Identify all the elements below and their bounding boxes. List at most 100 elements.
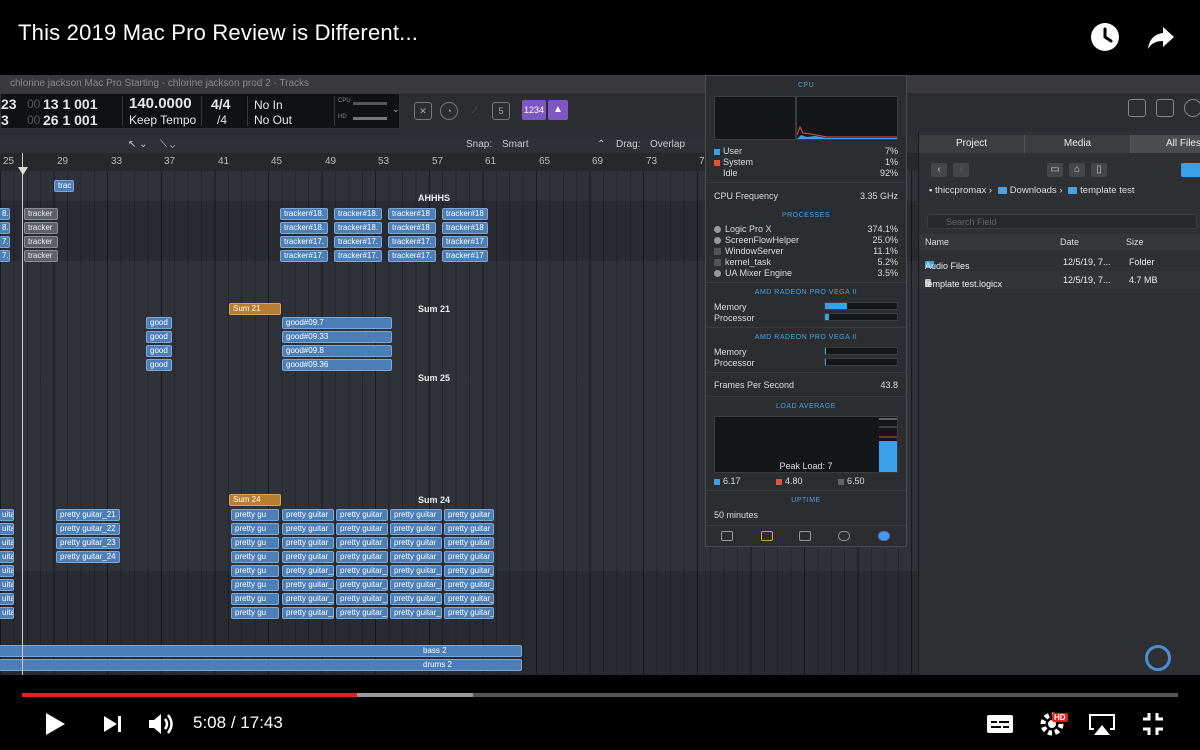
region-tracker17[interactable]: tracker#17. (388, 236, 436, 248)
region-pretty-guitar[interactable]: pretty guitar_ (282, 593, 334, 605)
region-pretty-guitar-24[interactable]: pretty guitar_24 (56, 551, 120, 563)
region-tracker[interactable]: tracker (24, 208, 58, 220)
playhead-handle[interactable] (18, 167, 28, 175)
region-pretty-guitar[interactable]: pretty guitar (336, 537, 388, 549)
region-pretty-guitar[interactable]: pretty guitar_ (336, 579, 388, 591)
region-pretty-guitar[interactable]: pretty guitar (282, 551, 334, 563)
region-pretty-guitar[interactable]: pretty guitar (282, 509, 334, 521)
snap-select[interactable]: Smart (502, 139, 529, 150)
breadcrumb-item[interactable]: template test (1080, 185, 1134, 196)
channel-watermark-icon[interactable] (1145, 645, 1171, 671)
next-icon[interactable] (100, 710, 126, 738)
column-date[interactable]: Date (1060, 237, 1079, 247)
region-pretty-guitar[interactable]: pretty guitar (444, 523, 494, 535)
region-pretty-guitar[interactable]: pretty guitar (336, 523, 388, 535)
disk-utility-icon[interactable] (838, 531, 850, 541)
forward-icon[interactable]: › (953, 163, 969, 177)
region-pretty-guitar[interactable]: pretty gu (231, 593, 279, 605)
region-good-0933[interactable]: good#09.33 (282, 331, 392, 343)
file-row[interactable]: template test.logicx 12/5/19, 7... 4.7 M… (919, 271, 1200, 289)
home-icon[interactable]: ⌂ (1069, 163, 1085, 177)
tab-all-files[interactable]: All Files (1131, 135, 1200, 153)
snap-chevron-icon[interactable]: ⌃ (597, 139, 605, 150)
region-bass-2[interactable]: bass 2 (0, 645, 522, 657)
time-signature-division[interactable]: /4 (217, 113, 227, 127)
region-tracker17[interactable]: tracker#17. (280, 250, 328, 262)
tempo-mode[interactable]: Keep Tempo (129, 113, 196, 127)
region-tracker-edge[interactable]: 8. (0, 208, 10, 220)
project-icon[interactable]: ▯ (1091, 163, 1107, 177)
region-good-0936[interactable]: good#09.36 (282, 359, 392, 371)
region-pretty-guitar[interactable]: pretty guitar (390, 509, 442, 521)
region-tracker[interactable]: tracker (24, 250, 58, 262)
region-tracker18[interactable]: tracker#18 (388, 222, 436, 234)
region-guitar-edge[interactable]: uitar (0, 565, 14, 577)
region-tracker-edge[interactable]: 7. (0, 250, 10, 262)
region-tracker18[interactable]: tracker#18. (280, 222, 328, 234)
low-latency-icon[interactable]: ✕ (414, 102, 432, 120)
region-pretty-guitar[interactable]: pretty guitar_ (390, 607, 442, 619)
region-pretty-guitar[interactable]: pretty guitar (282, 537, 334, 549)
file-row[interactable]: Audio Files 12/5/19, 7... Folder (919, 253, 1200, 271)
region-tracker17[interactable]: tracker#17. (280, 236, 328, 248)
share-icon[interactable] (1146, 22, 1176, 52)
tab-media[interactable]: Media (1025, 135, 1131, 153)
airplay-icon[interactable] (1086, 710, 1118, 738)
region-pretty-guitar[interactable]: pretty guitar_ (282, 565, 334, 577)
region-good[interactable]: good (146, 317, 172, 329)
region-pretty-guitar[interactable]: pretty guitar_ (282, 579, 334, 591)
activity-monitor-icon[interactable] (721, 531, 733, 541)
volume-icon[interactable] (146, 710, 176, 738)
region-pretty-guitar[interactable]: pretty guitar_ (336, 565, 388, 577)
region-pretty-guitar[interactable]: pretty gu (231, 537, 279, 549)
region-pretty-guitar[interactable]: pretty guitar_ (390, 565, 442, 577)
region-pretty-guitar-21[interactable]: pretty guitar_21 (56, 509, 120, 521)
region-tracker18[interactable]: tracker#18 (442, 208, 488, 220)
region-guitar-edge[interactable]: uitar (0, 523, 14, 535)
region-good[interactable]: good (146, 331, 172, 343)
pointer-tool-icon[interactable]: ↖ ⌄ (128, 139, 148, 150)
region-pretty-guitar[interactable]: pretty gu (231, 565, 279, 577)
play-icon[interactable] (42, 710, 68, 738)
region-pretty-guitar[interactable]: pretty guitar (282, 523, 334, 535)
region-pretty-guitar[interactable]: pretty guitar (390, 537, 442, 549)
region-pretty-guitar[interactable]: pretty guitar_ (390, 593, 442, 605)
region-pretty-guitar[interactable]: pretty gu (231, 523, 279, 535)
drag-select[interactable]: Overlap (650, 139, 685, 150)
region-tracker18[interactable]: tracker#18 (388, 208, 436, 220)
video-frame[interactable]: chlorine jackson Mac Pro Starting - chlo… (0, 75, 1200, 675)
region-tracker17[interactable]: tracker#17. (388, 250, 436, 262)
region-pretty-guitar[interactable]: pretty gu (231, 551, 279, 563)
exit-fullscreen-icon[interactable] (1140, 710, 1166, 738)
video-title[interactable]: This 2019 Mac Pro Review is Different... (18, 20, 418, 46)
progress-bar[interactable] (22, 693, 1178, 697)
region-pretty-guitar[interactable]: pretty guitar (390, 523, 442, 535)
playhead[interactable] (22, 153, 23, 675)
region-tracker18[interactable]: tracker#18 (442, 222, 488, 234)
region-sum24[interactable]: Sum 24 (229, 494, 281, 506)
region-tracker[interactable]: tracker (24, 236, 58, 248)
region-trac[interactable]: trac (54, 180, 74, 192)
region-good-098[interactable]: good#09.8 (282, 345, 392, 357)
watch-later-icon[interactable] (1090, 22, 1120, 52)
region-pretty-guitar[interactable]: pretty gu (231, 607, 279, 619)
region-pretty-guitar[interactable]: pretty guitar (336, 509, 388, 521)
region-tracker[interactable]: tracker (24, 222, 58, 234)
preferences-icon[interactable] (878, 531, 890, 541)
notepad-icon[interactable] (1156, 99, 1174, 117)
console-icon[interactable] (761, 531, 773, 541)
back-icon[interactable]: ‹ (931, 163, 947, 177)
view-toggle-icon[interactable] (1181, 163, 1200, 177)
region-pretty-guitar[interactable]: pretty guitar (336, 551, 388, 563)
search-input[interactable]: Search Field (927, 214, 1197, 229)
region-tracker17[interactable]: tracker#17 (442, 250, 488, 262)
region-pretty-guitar[interactable]: pretty guitar_ (444, 579, 494, 591)
region-good[interactable]: good (146, 345, 172, 357)
region-guitar-edge[interactable]: uitar (0, 607, 14, 619)
region-guitar-edge[interactable]: uitar (0, 551, 14, 563)
region-guitar-edge[interactable]: uitar (0, 593, 14, 605)
breadcrumb-item[interactable]: Downloads (1010, 185, 1057, 196)
region-pretty-guitar[interactable]: pretty gu (231, 509, 279, 521)
count-in-button[interactable]: 1234 (522, 100, 546, 120)
region-tracker-edge[interactable]: 7. (0, 236, 10, 248)
